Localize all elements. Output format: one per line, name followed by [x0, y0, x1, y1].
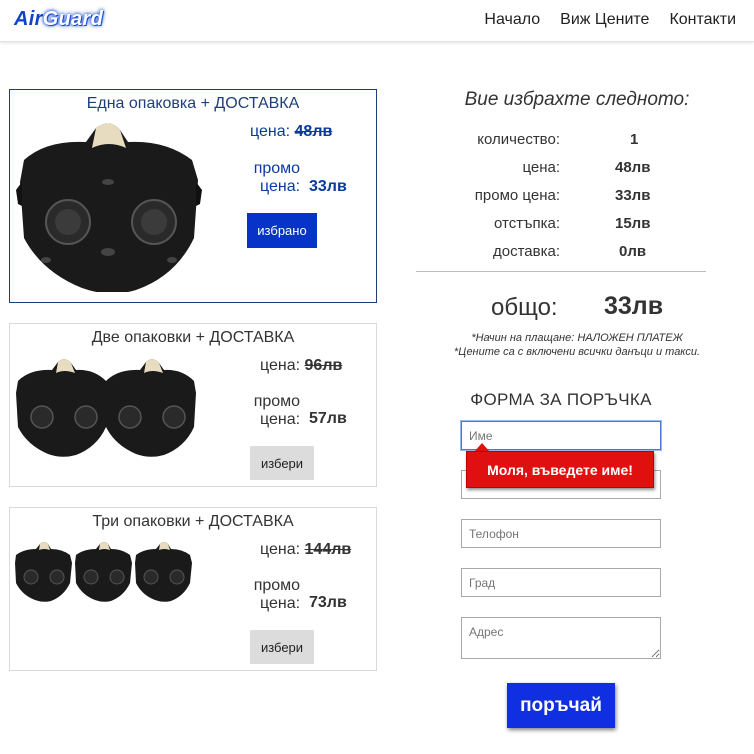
mask-icon [75, 542, 132, 602]
package-title: Две опаковки + ДОСТАВКА [91, 329, 295, 346]
summary-value: 15лв [615, 215, 651, 232]
validation-tooltip: Моля, въведете име! [466, 451, 654, 488]
nav-home-link[interactable]: Начало [484, 11, 540, 29]
promo-label: промо цена: [253, 577, 300, 613]
total-value: 33лв [604, 292, 664, 320]
summary-label: цена: [522, 159, 560, 176]
promo-price: 33лв [309, 178, 347, 195]
price-label: цена: [260, 357, 301, 374]
summary-divider [416, 271, 706, 272]
mask-icon [135, 542, 192, 602]
old-price: 96лв [304, 357, 343, 374]
summary-value: 0лв [619, 243, 647, 260]
summary-label: доставка: [492, 243, 560, 260]
promo-label-line1: промо [253, 160, 301, 177]
logo[interactable]: AirGuard [14, 8, 103, 31]
taxes-note: *Цените са с включени всички данъци и та… [453, 346, 701, 358]
mask-icon [104, 359, 196, 457]
city-input[interactable] [461, 568, 661, 597]
choose-button[interactable]: избери [250, 630, 314, 664]
promo-price: 73лв [309, 594, 347, 611]
summary-label: отстъпка: [494, 215, 560, 232]
top-navbar: AirGuard Начало Виж Цените Контакти [0, 0, 754, 42]
summary-row-price: цена: 48лв [416, 159, 738, 179]
address-textarea[interactable] [461, 617, 661, 659]
package-title: Три опаковки + ДОСТАВКА [92, 513, 294, 530]
summary-label: количество: [477, 131, 560, 148]
mask-image [15, 542, 192, 602]
summary-value: 48лв [615, 159, 651, 176]
mask-image [16, 123, 202, 292]
choose-button[interactable]: избери [250, 446, 314, 480]
promo-label: промо цена: [253, 393, 300, 429]
total-label: общо: [491, 294, 558, 321]
summary-value: 1 [630, 131, 639, 148]
logo-guard: Guard [42, 8, 104, 30]
promo-label-line2: цена: [260, 411, 301, 428]
summary-row-delivery: доставка: 0лв [416, 243, 738, 263]
mask-icon [16, 123, 202, 292]
promo-label-line2: цена: [260, 178, 301, 195]
old-price: 144лв [304, 541, 352, 558]
package-card-two[interactable]: Две опаковки + ДОСТАВКА цена: 96лв промо… [9, 323, 377, 487]
package-price: цена: 48лв [250, 123, 332, 141]
promo-label-line1: промо [253, 393, 301, 410]
package-price: цена: 144лв [260, 541, 351, 559]
summary-row-quantity: количество: 1 [416, 131, 738, 151]
payment-note: *Начин на плащане: НАЛОЖЕН ПЛАТЕЖ [471, 332, 683, 344]
nav-contacts-link[interactable]: Контакти [669, 11, 736, 29]
promo-price: 57лв [309, 410, 347, 427]
package-card-three[interactable]: Три опаковки + ДОСТАВКА цена: 144лв пром… [9, 507, 377, 671]
package-card-one[interactable]: Една опаковка + ДОСТАВКА цена: 48лв пром… [9, 89, 377, 303]
summary-value: 33лв [615, 187, 651, 204]
price-label: цена: [260, 541, 301, 558]
package-title: Една опаковка + ДОСТАВКА [86, 95, 300, 112]
summary-title: Вие избрахте следното: [464, 89, 690, 110]
promo-label-line1: промо [253, 577, 301, 594]
package-price: цена: 96лв [260, 357, 342, 375]
promo-label: промо цена: [253, 160, 300, 196]
mask-image [16, 359, 196, 457]
nav-prices-link[interactable]: Виж Цените [560, 11, 649, 29]
old-price: 48лв [294, 123, 333, 140]
logo-air: Air [14, 8, 43, 30]
summary-row-promo-price: промо цена: 33лв [416, 187, 738, 207]
mask-icon [16, 359, 108, 457]
order-button[interactable]: поръчай [507, 683, 615, 728]
name-input[interactable] [461, 421, 661, 450]
main-nav: Начало Виж Цените Контакти [484, 11, 736, 29]
price-label: цена: [250, 123, 291, 140]
phone-input[interactable] [461, 519, 661, 548]
order-form-title: ФОРМА ЗА ПОРЪЧКА [470, 390, 652, 409]
summary-label: промо цена: [474, 187, 560, 204]
promo-label-line2: цена: [260, 595, 301, 612]
mask-icon [15, 542, 72, 602]
summary-row-discount: отстъпка: 15лв [416, 215, 738, 235]
selected-button[interactable]: избрано [247, 213, 317, 248]
